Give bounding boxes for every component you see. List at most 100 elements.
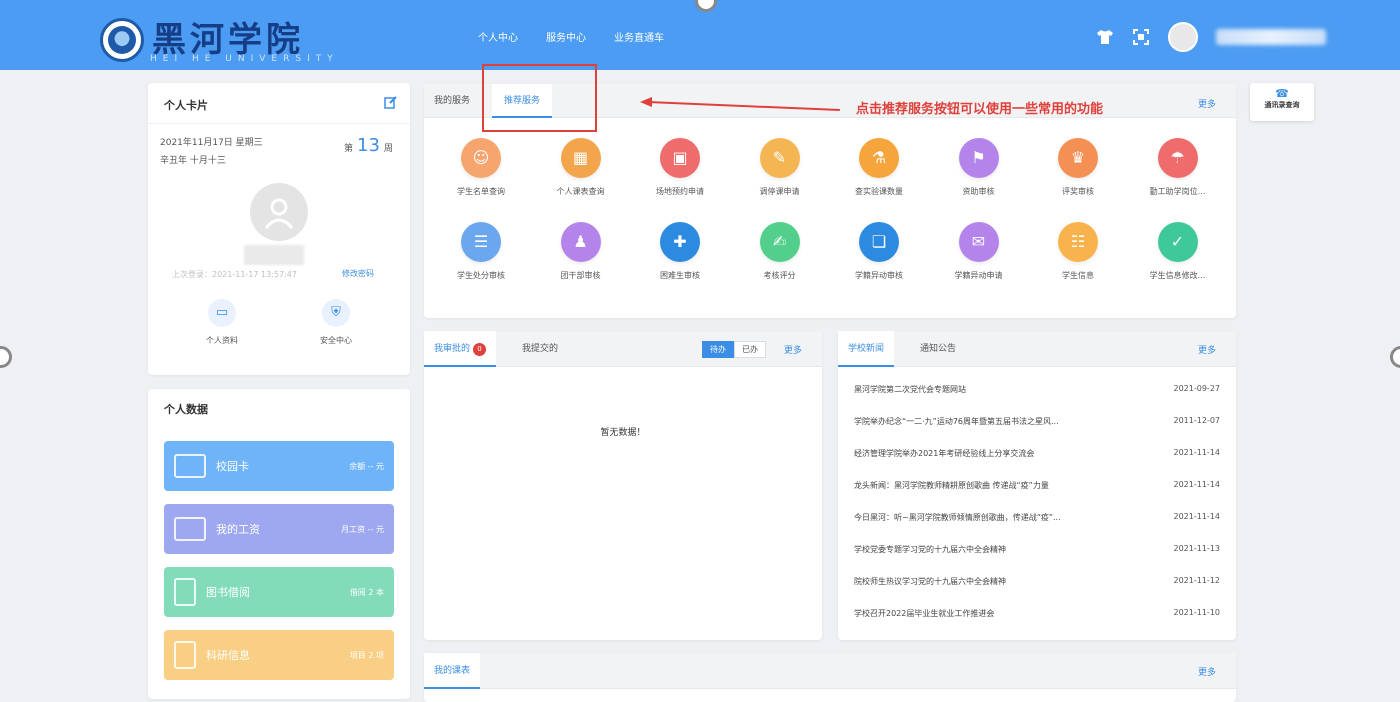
services-more-link[interactable]: 更多	[1198, 97, 1216, 110]
service-label: 困难生审核	[660, 271, 700, 280]
shield-icon: ⛨	[322, 299, 350, 327]
date-lunar: 辛丑年 十月十三	[160, 156, 226, 166]
service-icon: ♛	[1058, 138, 1098, 178]
service-label: 个人课表查询	[556, 187, 605, 196]
quick-security-center[interactable]: ⛨ 安全中心	[306, 299, 366, 346]
news-row[interactable]: 院校师生热议学习党的十九届六中全会精神 2021-11-12	[854, 576, 1220, 592]
service-label: 学籍异动审核	[855, 271, 903, 280]
annotation-text: 点击推荐服务按钮可以使用一些常用的功能	[856, 102, 1104, 117]
news-title: 院校师生热议学习党的十九届六中全会精神	[854, 577, 1006, 586]
news-row[interactable]: 黑河学院第二次党代会专题网站 2021-09-27	[854, 384, 1220, 400]
card-icon	[174, 454, 206, 478]
process-more-link[interactable]: 更多	[784, 343, 802, 356]
qr-scan-icon[interactable]	[1132, 28, 1150, 46]
service-item[interactable]: ✎ 调停课申请	[735, 138, 825, 197]
service-item[interactable]: ☺ 学生名单查询	[436, 138, 526, 197]
service-label: 学生名单查询	[457, 187, 505, 196]
news-row[interactable]: 龙头新闻：黑河学院教师精耕原创歌曲 传递战“疫”力量 2021-11-14	[854, 480, 1220, 496]
news-title: 学校召开2022届毕业生就业工作推进会	[854, 609, 995, 618]
service-label: 查实验课数量	[855, 187, 903, 196]
tab-school-news[interactable]: 学校新闻	[838, 331, 895, 367]
news-row[interactable]: 学院举办纪念“一二·九”运动76周年暨第五届书法之星风... 2011-12-07	[854, 416, 1220, 432]
user-avatar[interactable]	[1168, 22, 1198, 52]
service-icon: ☂	[1157, 138, 1198, 178]
logo-title: 黑河学院	[152, 20, 304, 60]
salary-item[interactable]: 我的工资 月工资 -- 元	[164, 504, 394, 554]
pd-label: 图书借阅	[206, 586, 250, 599]
annotation-arrow-head	[640, 97, 652, 107]
news-title: 黑河学院第二次党代会专题网站	[854, 385, 966, 394]
service-icon: ☰	[461, 222, 501, 262]
date-gregorian: 2021年11月17日 星期三	[160, 138, 263, 148]
service-item[interactable]: ☰ 学生处分审核	[436, 222, 526, 281]
contacts-button[interactable]: ☎ 通讯录查询	[1250, 83, 1314, 121]
id-card-icon: ▭	[208, 299, 236, 327]
school-seal-icon	[100, 18, 144, 62]
service-item[interactable]: ☷ 学生信息	[1033, 222, 1123, 281]
frame-handle-left	[0, 346, 12, 368]
top-tools	[1096, 22, 1326, 52]
contacts-label: 通讯录查询	[1264, 101, 1300, 109]
tab-my-services[interactable]: 我的服务	[434, 84, 470, 118]
service-icon: ✓	[1157, 222, 1198, 262]
news-row[interactable]: 今日黑河：听~黑河学院教师倾情原创歌曲，传递战“疫”... 2021-11-14	[854, 512, 1220, 528]
news-row[interactable]: 学校党委专题学习党的十九届六中全会精神 2021-11-13	[854, 544, 1220, 560]
service-item[interactable]: ▣ 场地预约申请	[635, 138, 725, 197]
username-blurred[interactable]	[1216, 29, 1326, 45]
nav-service-center[interactable]: 服务中心	[546, 29, 586, 44]
news-title: 学院举办纪念“一二·九”运动76周年暨第五届书法之星风...	[854, 417, 1059, 426]
week-indicator: 第 13 周	[344, 135, 393, 156]
news-more-link[interactable]: 更多	[1198, 343, 1216, 356]
courses-more-link[interactable]: 更多	[1198, 665, 1216, 678]
news-tabs: 学校新闻 通知公告 更多	[838, 331, 1236, 367]
news-row[interactable]: 学校召开2022届毕业生就业工作推进会 2021-11-10	[854, 608, 1220, 624]
service-item[interactable]: ✚ 困难生审核	[635, 222, 725, 281]
pd-label: 我的工资	[216, 523, 260, 536]
nav-business-express[interactable]: 业务直通车	[614, 29, 664, 44]
change-password-link[interactable]: 修改密码	[342, 268, 374, 279]
service-item[interactable]: ✉ 学籍异动申请	[934, 222, 1024, 281]
quick-personal-info[interactable]: ▭ 个人资料	[192, 299, 252, 346]
tab-label: 我审批的	[434, 344, 471, 354]
service-item[interactable]: ♟ 团干部审核	[536, 222, 626, 281]
service-label: 考核评分	[763, 271, 796, 280]
service-item[interactable]: ▦ 个人课表查询	[536, 138, 626, 197]
service-icon: ✍	[759, 222, 800, 262]
service-label: 学生信息修改...	[1149, 271, 1206, 280]
edit-icon[interactable]	[384, 95, 398, 109]
service-icon: ✎	[759, 138, 800, 178]
news-date: 2021-11-12	[1173, 576, 1221, 585]
service-item[interactable]: ❏ 学籍异动审核	[834, 222, 924, 281]
campus-card-item[interactable]: 校园卡 余额 -- 元	[164, 441, 394, 491]
library-item[interactable]: 图书借阅 借阅 2 本	[164, 567, 394, 617]
tab-my-approvals[interactable]: 我审批的 0	[424, 331, 497, 367]
wallet-icon	[174, 517, 206, 541]
count-badge: 0	[473, 343, 487, 356]
service-item[interactable]: ♛ 评奖审核	[1033, 138, 1123, 197]
avatar[interactable]	[250, 183, 308, 241]
service-item[interactable]: ⚗ 查实验课数量	[834, 138, 924, 197]
status-toggle: 待办 已办	[702, 341, 766, 358]
frame-handle-right	[1390, 346, 1400, 368]
shirt-icon[interactable]	[1096, 28, 1114, 46]
news-row[interactable]: 经济管理学院举办2021年考研经验线上分享交流会 2021-11-14	[854, 448, 1220, 464]
toggle-pending[interactable]: 待办	[702, 341, 734, 358]
service-item[interactable]: ✍ 考核评分	[735, 222, 825, 281]
news-title: 今日黑河：听~黑河学院教师倾情原创歌曲，传递战“疫”...	[854, 513, 1061, 522]
service-label: 学生信息	[1062, 271, 1094, 280]
user-name-blurred	[244, 245, 304, 265]
tab-my-courses[interactable]: 我的课表	[424, 653, 481, 689]
toggle-done[interactable]: 已办	[734, 341, 766, 358]
service-item[interactable]: ⚑ 资助审核	[934, 138, 1024, 197]
research-item[interactable]: 科研信息 项目 2 项	[164, 630, 394, 680]
service-item[interactable]: ✓ 学生信息修改...	[1133, 222, 1223, 281]
nav-personal-center[interactable]: 个人中心	[478, 29, 518, 44]
tab-announcements[interactable]: 通知公告	[920, 331, 956, 367]
user-silhouette-icon	[264, 198, 294, 229]
tab-my-submissions[interactable]: 我提交的	[522, 331, 558, 367]
pd-value: 月工资 -- 元	[341, 524, 384, 534]
service-icon: ▣	[660, 138, 700, 178]
process-tabs: 我审批的 0 我提交的 待办 已办 更多	[424, 331, 822, 367]
week-prefix: 第	[344, 144, 354, 154]
service-item[interactable]: ☂ 勤工助学岗位...	[1133, 138, 1223, 197]
